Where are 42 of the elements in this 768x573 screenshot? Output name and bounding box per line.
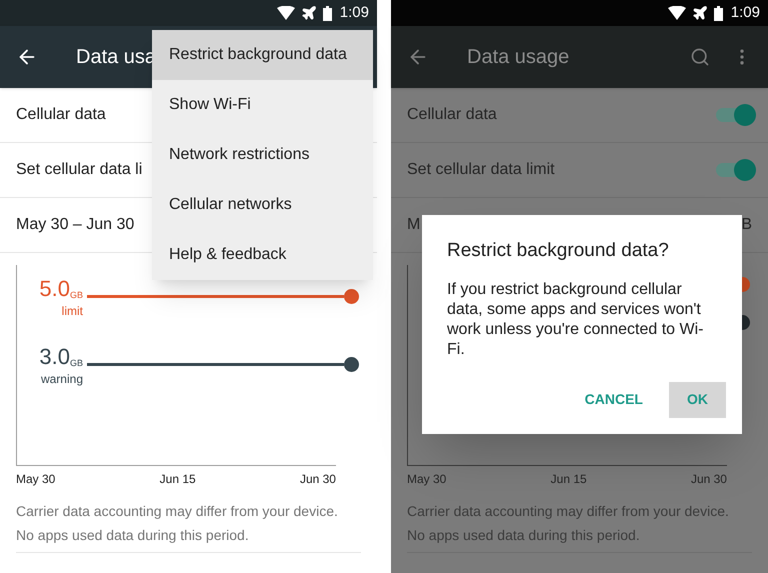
menu-item[interactable]: Show Wi-Fi: [152, 80, 373, 130]
airplane-icon: [300, 5, 317, 21]
menu-item[interactable]: Help & feedback: [152, 230, 373, 280]
menu-item[interactable]: Cellular networks: [152, 180, 373, 230]
axis-label: Jun 15: [550, 471, 587, 488]
battery-icon: [714, 6, 723, 20]
axis-label: Jun 30: [300, 471, 336, 488]
menu-item[interactable]: Restrict background data: [152, 30, 373, 80]
note-text: No apps used data during this period.: [16, 526, 250, 544]
app-title: Data usage: [467, 45, 570, 70]
axis-label: May 30: [16, 471, 56, 488]
threshold-unit: GB: [70, 357, 83, 369]
threshold-value: 5.0: [39, 277, 70, 301]
row-label[interactable]: Cellular data: [16, 103, 106, 127]
axis-label: Jun 15: [160, 471, 196, 488]
search-icon[interactable]: [690, 47, 710, 67]
threshold-unit: GB: [70, 289, 83, 301]
dialog-title: Restrict background data?: [447, 239, 670, 263]
threshold-caption: warning: [40, 371, 83, 387]
row-label[interactable]: Cellular data: [407, 103, 497, 127]
airplane-icon: [692, 5, 708, 21]
row-label[interactable]: M: [407, 213, 420, 237]
note-text: Carrier data accounting may differ from your device.: [407, 502, 730, 520]
threshold-value: 3.0: [39, 345, 70, 369]
threshold-caption: limit: [60, 303, 83, 319]
axis-label: May 30: [407, 471, 446, 488]
note-text: No apps used data during this period.: [407, 526, 641, 544]
axis-label: Jun 30: [690, 471, 727, 488]
threshold-handle[interactable]: [344, 357, 359, 372]
status-time: 1:09: [340, 2, 369, 23]
status-time: 1:09: [730, 2, 760, 23]
threshold-handle[interactable]: [344, 289, 359, 304]
note-text: Carrier data accounting may differ from your device.: [16, 502, 339, 520]
battery-icon: [322, 6, 332, 20]
wifi-icon: [668, 6, 686, 20]
wifi-icon: [276, 6, 295, 20]
row-value: B: [741, 215, 752, 235]
row-label[interactable]: May 30 – Jun 30: [16, 213, 134, 237]
row-label[interactable]: Set cellular data limit: [407, 158, 555, 182]
menu-item[interactable]: Network restrictions: [152, 130, 373, 180]
dialog-message: If you restrict background cellular data, some apps and services won't work unless you're connected to Wi-Fi.: [447, 280, 704, 360]
row-label[interactable]: Set cellular data li: [16, 158, 142, 182]
